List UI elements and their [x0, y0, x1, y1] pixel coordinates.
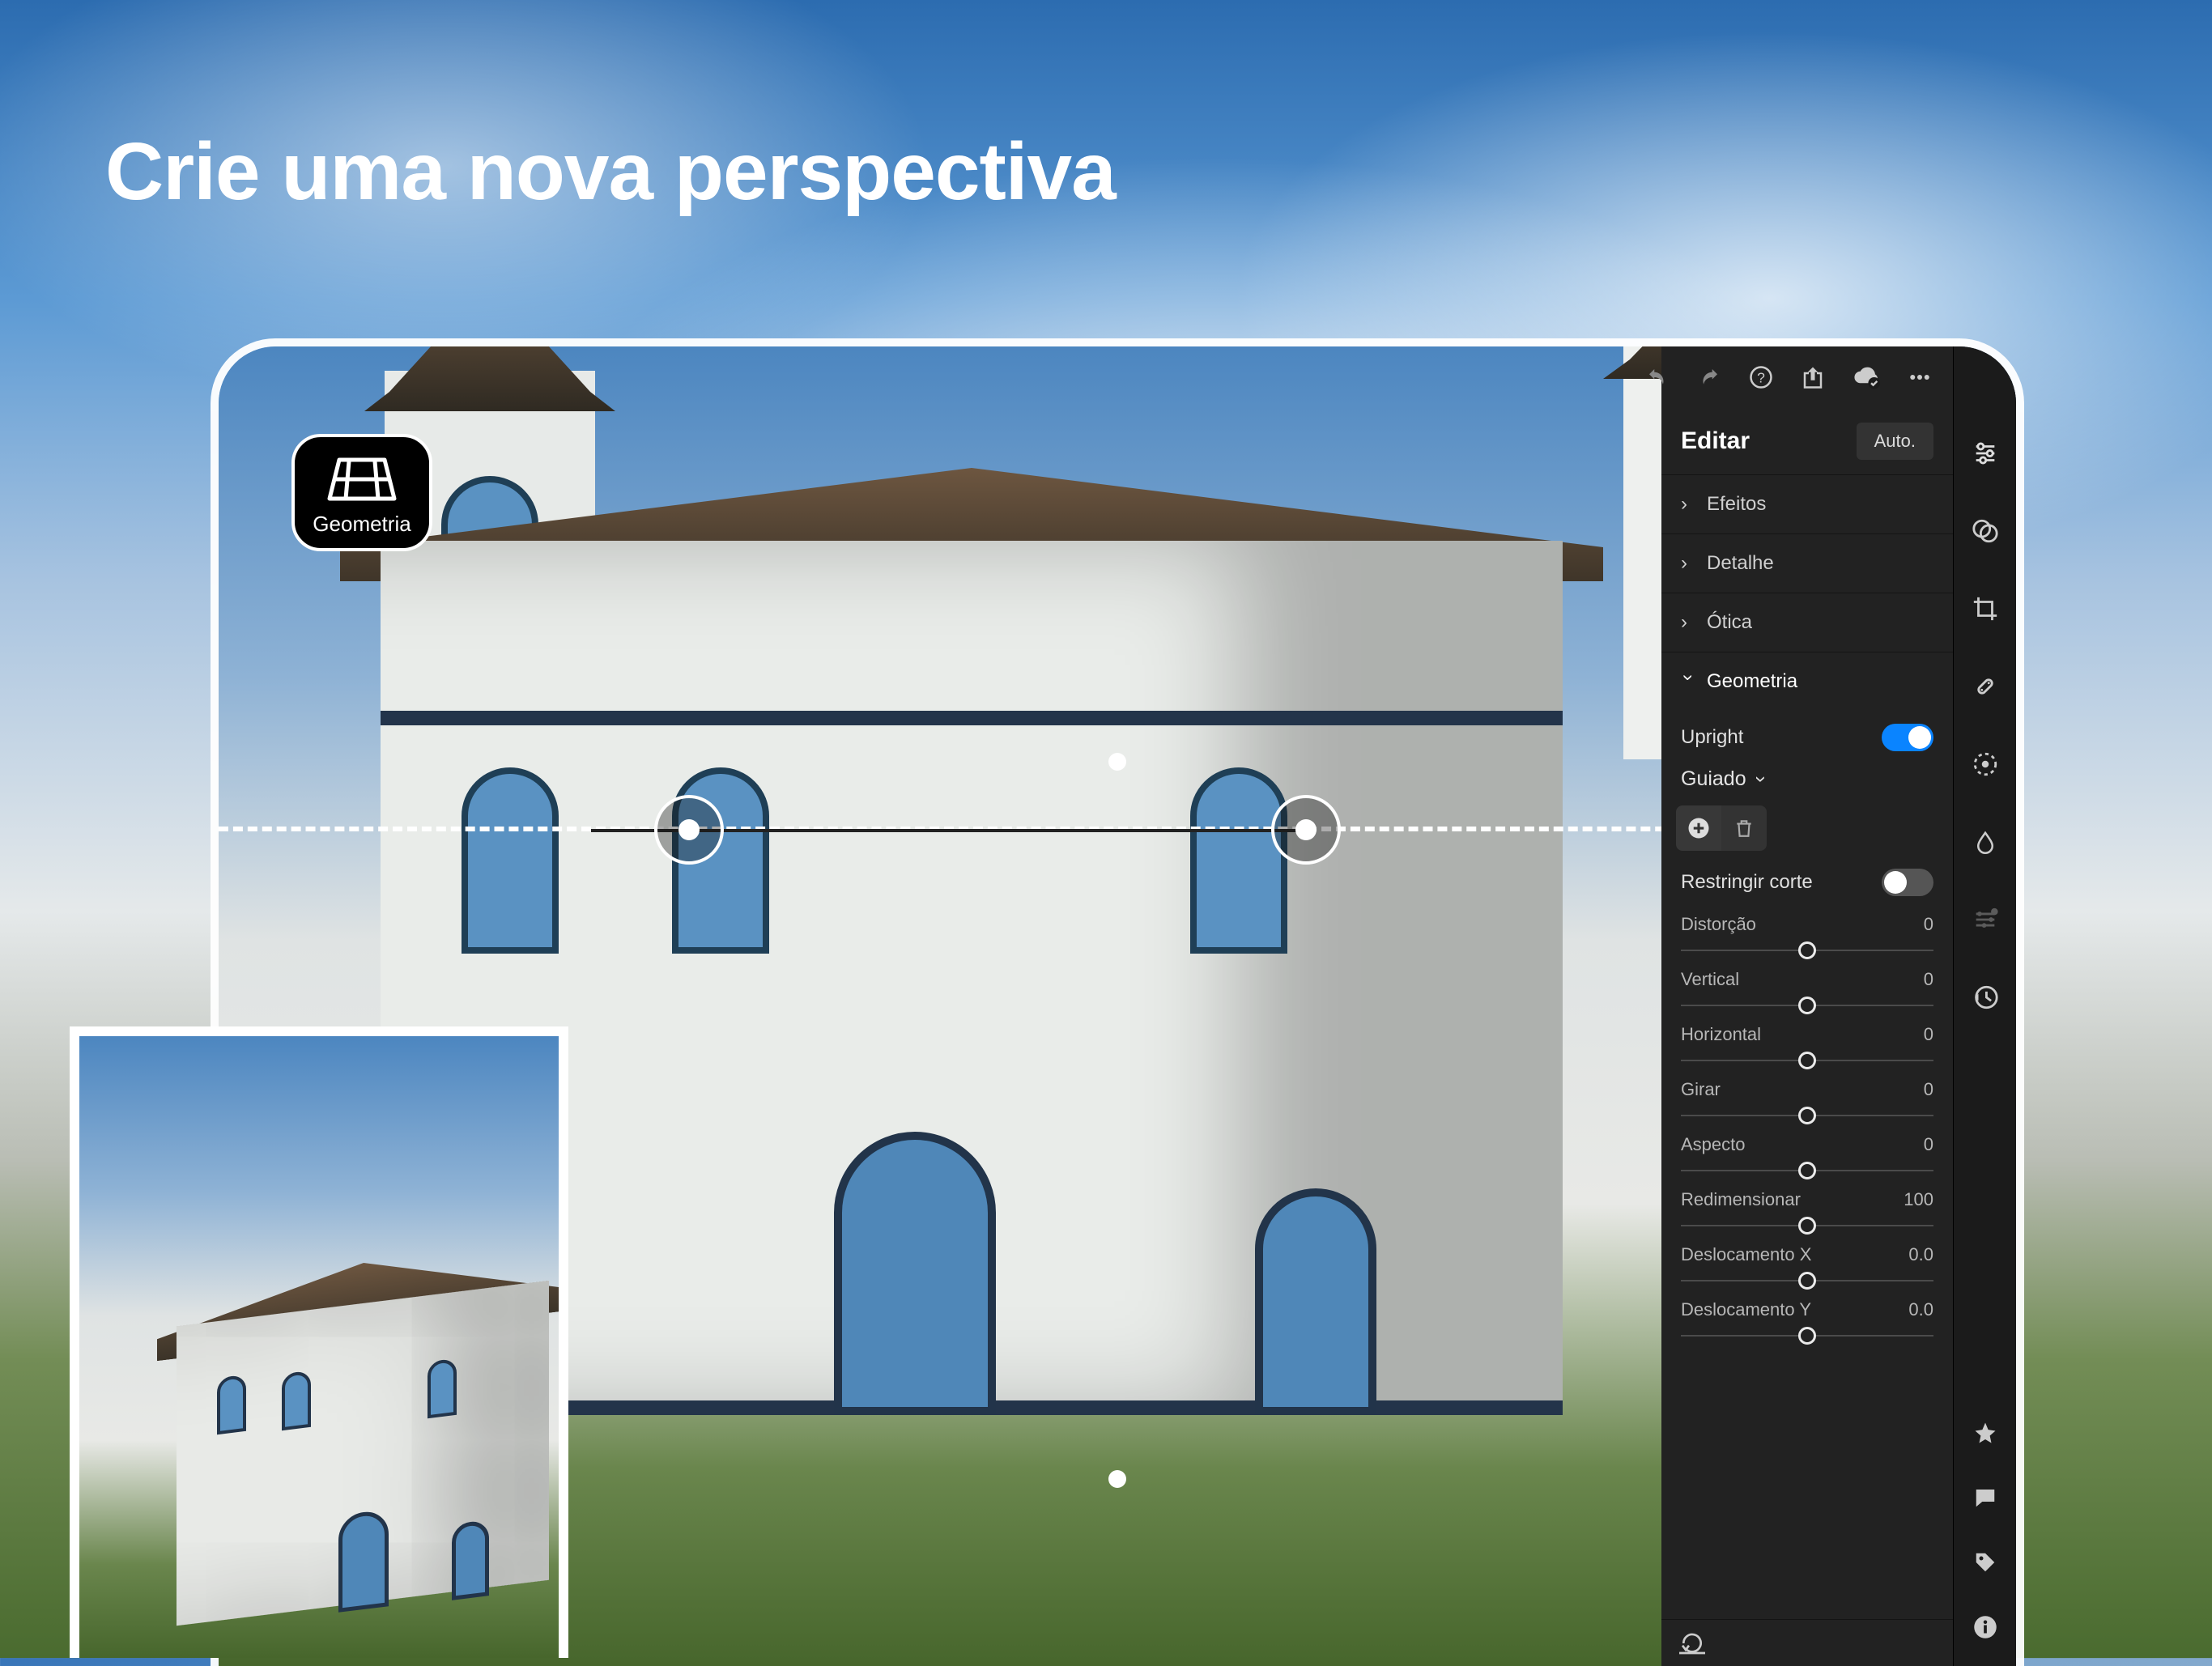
before-thumbnail — [70, 1026, 568, 1658]
slider-deslocamento-y[interactable]: Deslocamento Y 0.0 — [1661, 1294, 1953, 1349]
auto-button[interactable]: Auto. — [1857, 423, 1933, 460]
slider-value: 100 — [1904, 1189, 1933, 1210]
slider-redimensionar[interactable]: Redimensionar 100 — [1661, 1184, 1953, 1239]
reset-icon — [1679, 1632, 1705, 1655]
geometry-badge: Geometria — [291, 434, 432, 551]
constrain-label: Restringir corte — [1681, 871, 1813, 894]
chevron-right-icon: › — [1681, 552, 1695, 575]
history-tool-icon[interactable] — [1969, 981, 2001, 1014]
guide-anchor-top[interactable] — [1108, 753, 1126, 771]
profiles-tool-icon[interactable] — [1969, 515, 2001, 547]
guide-handle-right[interactable] — [1271, 795, 1341, 865]
undo-icon[interactable] — [1645, 365, 1670, 389]
comment-icon[interactable] — [1969, 1481, 2001, 1514]
add-guide-button[interactable] — [1676, 805, 1721, 851]
guide-tools — [1661, 805, 1953, 865]
guided-dropdown[interactable]: Guiado › — [1661, 764, 1953, 805]
chevron-down-icon: › — [1749, 776, 1772, 782]
slider-value: 0 — [1924, 1134, 1933, 1155]
slider-vertical[interactable]: Vertical 0 — [1661, 964, 1953, 1019]
slider-label: Aspecto — [1681, 1134, 1746, 1155]
slider-value: 0 — [1924, 1079, 1933, 1100]
droplet-tool-icon[interactable] — [1969, 826, 2001, 858]
upright-label: Upright — [1681, 726, 1743, 749]
slider-value: 0 — [1924, 1024, 1933, 1045]
tag-icon[interactable] — [1969, 1546, 2001, 1579]
section-geometry[interactable]: › Geometria — [1661, 652, 1953, 711]
headline: Crie uma nova perspectiva — [105, 125, 1116, 219]
section-label: Geometria — [1707, 670, 1797, 693]
adjust-tool-icon[interactable] — [1969, 437, 2001, 470]
slider-label: Deslocamento X — [1681, 1244, 1811, 1265]
section-effects[interactable]: › Efeitos — [1661, 474, 1953, 533]
section-label: Ótica — [1707, 611, 1752, 634]
more-icon[interactable] — [1908, 365, 1932, 389]
slider-girar[interactable]: Girar 0 — [1661, 1074, 1953, 1129]
side-panel: ? Editar Auto. › Efeitos › Detalhe › Óti… — [1661, 346, 2016, 1666]
help-icon[interactable]: ? — [1749, 365, 1773, 389]
section-optics[interactable]: › Ótica — [1661, 593, 1953, 652]
guided-label: Guiado — [1681, 767, 1746, 791]
svg-text:?: ? — [1757, 369, 1765, 385]
upright-row: Upright — [1661, 711, 1953, 764]
chevron-down-icon: › — [1677, 674, 1699, 689]
edit-panel: ? Editar Auto. › Efeitos › Detalhe › Óti… — [1661, 346, 1953, 1666]
slider-label: Redimensionar — [1681, 1189, 1801, 1210]
reset-bar[interactable] — [1661, 1619, 1953, 1666]
constrain-toggle[interactable] — [1882, 869, 1933, 896]
slider-aspecto[interactable]: Aspecto 0 — [1661, 1129, 1953, 1184]
chevron-right-icon: › — [1681, 493, 1695, 516]
slider-label: Horizontal — [1681, 1024, 1761, 1045]
upright-toggle[interactable] — [1882, 724, 1933, 751]
radial-tool-icon[interactable] — [1969, 748, 2001, 780]
section-detail[interactable]: › Detalhe — [1661, 533, 1953, 593]
crop-tool-icon[interactable] — [1969, 593, 2001, 625]
panel-title: Editar — [1681, 427, 1750, 455]
slider-label: Girar — [1681, 1079, 1721, 1100]
delete-guide-button[interactable] — [1721, 805, 1767, 851]
slider-label: Vertical — [1681, 969, 1739, 990]
geometry-badge-label: Geometria — [313, 512, 410, 537]
guide-anchor-bottom[interactable] — [1108, 1470, 1126, 1488]
guide-handle-left[interactable] — [654, 795, 724, 865]
slider-distorção[interactable]: Distorção 0 — [1661, 909, 1953, 964]
section-label: Efeitos — [1707, 493, 1766, 516]
sliders-container: Distorção0Vertical0Horizontal0Girar0Aspe… — [1661, 909, 1953, 1349]
slider-value: 0 — [1924, 914, 1933, 935]
redo-icon[interactable] — [1697, 365, 1721, 389]
tool-rail — [1953, 346, 2016, 1666]
info-icon[interactable] — [1969, 1611, 2001, 1643]
slider-label: Distorção — [1681, 914, 1756, 935]
chevron-right-icon: › — [1681, 611, 1695, 634]
slider-label: Deslocamento Y — [1681, 1299, 1811, 1320]
constrain-row: Restringir corte — [1661, 865, 1953, 909]
slider-value: 0.0 — [1908, 1299, 1933, 1320]
heal-tool-icon[interactable] — [1969, 670, 2001, 703]
mix-tool-icon[interactable] — [1969, 903, 2001, 936]
top-icon-bar: ? — [1661, 346, 1953, 408]
slider-deslocamento-x[interactable]: Deslocamento X 0.0 — [1661, 1239, 1953, 1294]
cloud-check-icon[interactable] — [1853, 365, 1880, 389]
star-icon[interactable] — [1969, 1417, 2001, 1449]
share-icon[interactable] — [1801, 365, 1825, 389]
slider-horizontal[interactable]: Horizontal 0 — [1661, 1019, 1953, 1074]
slider-value: 0.0 — [1908, 1244, 1933, 1265]
section-label: Detalhe — [1707, 552, 1774, 575]
geometry-icon — [321, 452, 402, 507]
slider-value: 0 — [1924, 969, 1933, 990]
